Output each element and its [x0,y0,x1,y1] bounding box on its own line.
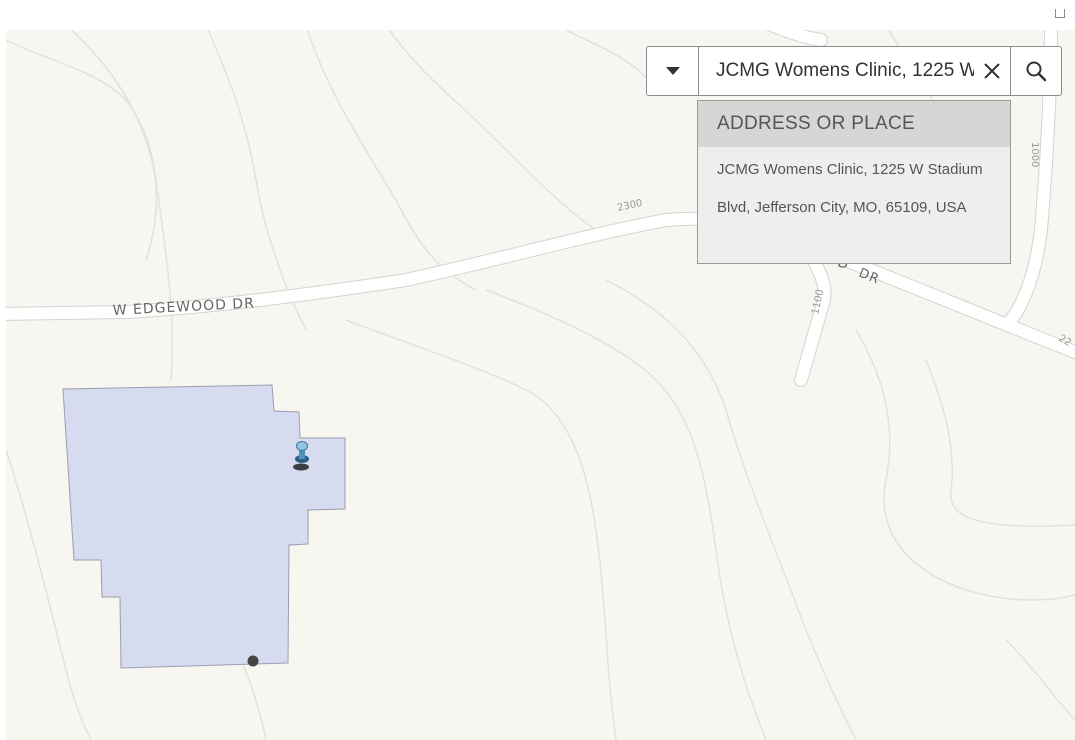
suggestion-item[interactable]: JCMG Womens Clinic, 1225 W Stadium Blvd,… [698,147,1010,227]
point-marker[interactable] [247,655,259,667]
search-input[interactable] [699,47,974,95]
search-widget [646,46,1062,96]
suggestion-group-header: ADDRESS OR PLACE [698,101,1010,147]
parcel-polygon[interactable] [62,384,346,669]
address-label-2300: 2300 [616,198,643,214]
close-icon [984,63,1000,79]
clear-button[interactable] [974,47,1010,95]
search-button[interactable] [1010,47,1061,95]
window-corner-control [1055,9,1065,18]
road-label-edgewood: W EDGEWOOD DR [112,296,255,319]
search-source-toggle[interactable] [647,47,699,95]
caret-down-icon [665,67,680,75]
address-label-1000: 1000 [1029,142,1040,167]
search-suggestions: ADDRESS OR PLACE JCMG Womens Clinic, 122… [697,100,1011,264]
search-icon [1026,61,1047,82]
